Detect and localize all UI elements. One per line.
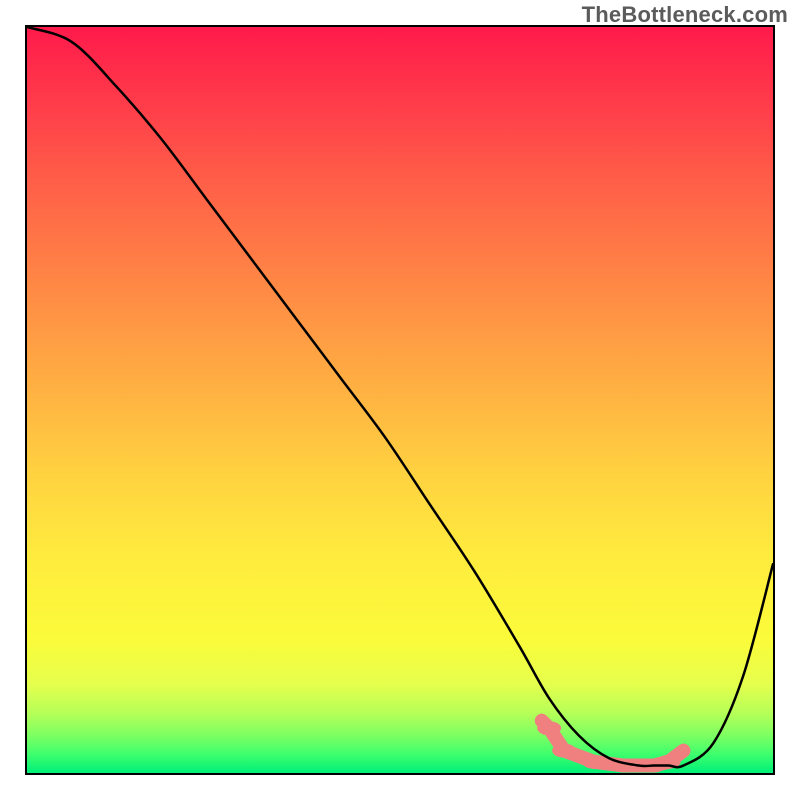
highlight-marker — [677, 744, 689, 758]
highlight-segment — [542, 721, 549, 728]
curve-layer — [27, 27, 773, 773]
highlight-segment — [564, 751, 594, 762]
highlight-marker — [552, 744, 576, 758]
bottleneck-curve — [27, 27, 773, 767]
plot-area — [25, 25, 775, 775]
highlight-segment — [654, 762, 669, 766]
highlight-segment — [549, 728, 564, 750]
highlight-marker — [537, 721, 561, 735]
watermark-label: TheBottleneck.com — [582, 2, 788, 28]
highlight-segment — [594, 762, 624, 766]
highlight-segment — [669, 751, 684, 762]
highlight-marker — [657, 755, 681, 769]
highlight-marker — [642, 759, 666, 773]
highlight-marker — [582, 755, 606, 769]
highlight-marker — [612, 759, 636, 773]
highlight-marker — [536, 714, 548, 728]
chart-container: TheBottleneck.com — [0, 0, 800, 800]
highlight-markers — [536, 714, 690, 773]
